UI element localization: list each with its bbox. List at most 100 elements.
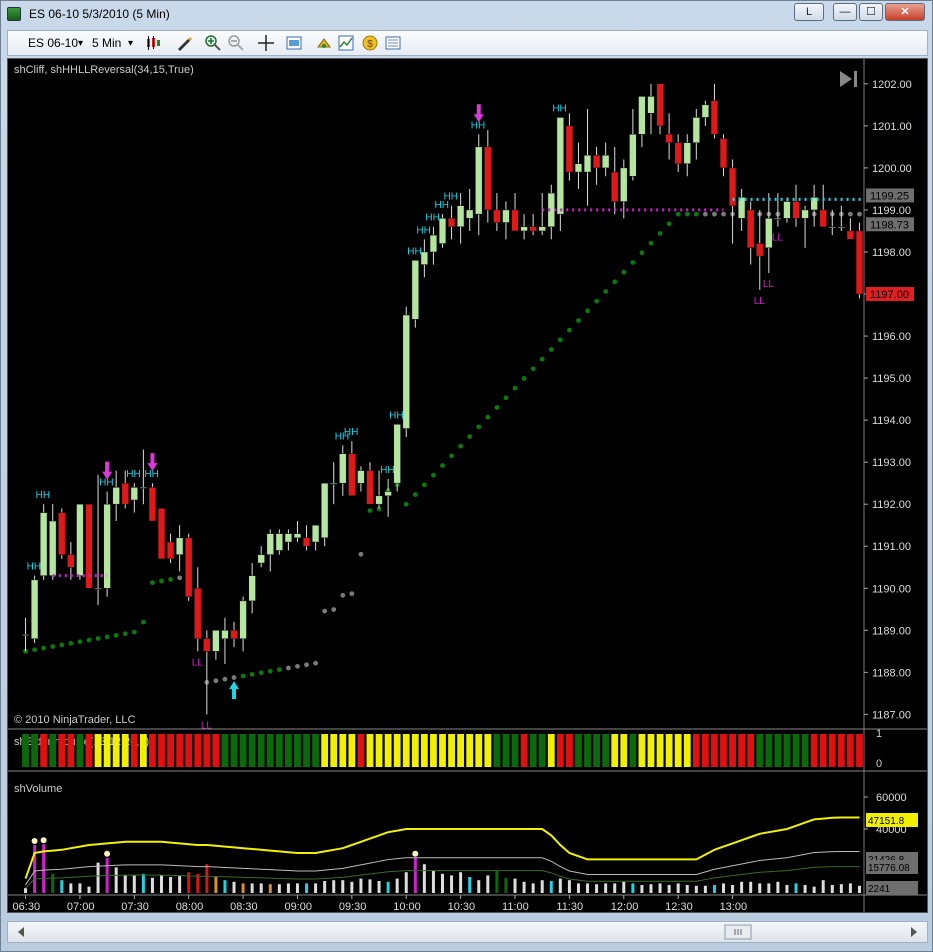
interval-selector[interactable]: 5 Min [92,35,121,52]
cliff-dot [639,250,645,256]
cliff-dot [612,279,618,285]
impulse-bar [593,734,600,767]
down-candle [58,512,66,555]
cliff-dot [131,629,137,635]
interval-dropdown-icon[interactable]: ▾ [128,35,133,52]
volume-bar [604,883,608,893]
volume-bar [359,878,363,893]
title-bar[interactable]: ES 06-10 5/3/2010 (5 Min) L — ☐ ✕ [1,1,932,27]
cliff-dot [594,298,599,304]
impulse-bar [647,734,655,767]
volume-bar [703,885,707,893]
down-candle [728,167,737,206]
volume-bar [667,885,671,893]
instrument-selector[interactable]: ES 06-10 [28,35,78,52]
up-candle [321,482,329,539]
impulse-bar [176,734,184,767]
cliff-dot [449,453,454,459]
link-button[interactable]: L [794,3,824,21]
volume-bar [51,873,55,893]
volume-bar [422,864,426,893]
cliff-dot [286,665,291,671]
volume-bar [477,880,481,893]
impulse-bar [312,734,319,767]
up-candle [683,142,691,164]
time-tick-label: 13:00 [720,901,748,912]
volume-bar [24,888,28,893]
down-candle [511,209,519,232]
horizontal-scrollbar[interactable] [7,921,928,943]
up-candle [520,226,528,232]
zoom-in-icon[interactable] [205,35,221,51]
impulse-bar [402,734,410,767]
cliff-dot [503,395,509,401]
volume-bar [250,883,254,893]
volume-bar [649,884,653,893]
volume-bar [160,875,163,893]
indicators-icon[interactable] [338,35,354,51]
impulse-bar [475,734,483,767]
volume-bar [132,875,136,893]
up-candle [502,209,510,223]
impulse-bar [366,734,374,767]
impulse-tick-label: 1 [876,728,882,740]
maximize-button[interactable]: ☐ [859,3,883,21]
price-marker-label: 1198.73 [870,219,909,231]
properties-icon[interactable] [286,35,302,51]
candlestick-style-icon[interactable] [145,35,161,51]
crosshair-icon[interactable] [258,35,274,51]
impulse-bar [375,734,383,767]
cliff-dot [295,663,300,669]
minimize-button[interactable]: — [833,3,857,21]
volume-bar [794,883,798,893]
zoom-out-icon[interactable] [228,35,244,51]
orders-coin-icon[interactable]: $ [362,35,378,51]
volume-bar [332,880,336,893]
close-button[interactable]: ✕ [885,3,925,21]
cliff-dot [358,551,364,557]
hh-label: HH [99,478,113,489]
scroll-left-icon[interactable] [18,927,24,937]
scroll-right-icon[interactable] [911,927,917,937]
price-tick-label: 1193.00 [872,457,911,469]
down-candle [656,83,664,127]
impulse-bar [85,734,93,767]
impulse-bar [556,734,564,767]
cliff-dot [684,211,690,217]
up-candle [130,487,138,501]
volume-bar [123,875,127,893]
volume-bar [613,883,617,893]
cliff-dot [68,640,74,646]
impulse-bar [40,734,48,767]
volume-bar [150,877,154,893]
chart-canvas[interactable]: 1202.00 1201.00 1200.00 1199.00 1198.00 1197.… [8,59,927,913]
impulse-bar [384,734,392,767]
down-candle [493,209,501,223]
cliff-dot [267,668,273,674]
impulse-bar [701,734,709,767]
impulse-bar [656,734,664,767]
volume-bar [368,879,372,893]
time-tick-label: 09:30 [339,901,367,912]
volume-bar [676,883,680,893]
up-candle [774,218,782,220]
volume-bar [450,875,454,893]
volume-bar [169,877,173,893]
strategies-icon[interactable] [316,35,332,51]
down-candle [194,588,202,639]
cliff-dot [240,673,246,679]
volume-bar [857,885,861,893]
drawing-tool-icon[interactable] [176,35,192,51]
volume-average-line [24,816,860,879]
up-candle [629,134,637,177]
indicator-label: shCliff, shHHLLReversal(34,15,True) [14,64,194,76]
chart-panel[interactable]: 1202.00 1201.00 1200.00 1199.00 1198.00 1197.… [7,58,928,913]
instrument-dropdown-icon[interactable]: ▾ [78,35,83,52]
cliff-dot [857,211,862,217]
volume-bar [295,883,299,893]
volume-bar [377,881,381,893]
volume-bar [586,883,590,893]
up-candle [239,600,247,639]
volume-bar [767,883,771,893]
data-box-icon[interactable] [385,35,401,51]
